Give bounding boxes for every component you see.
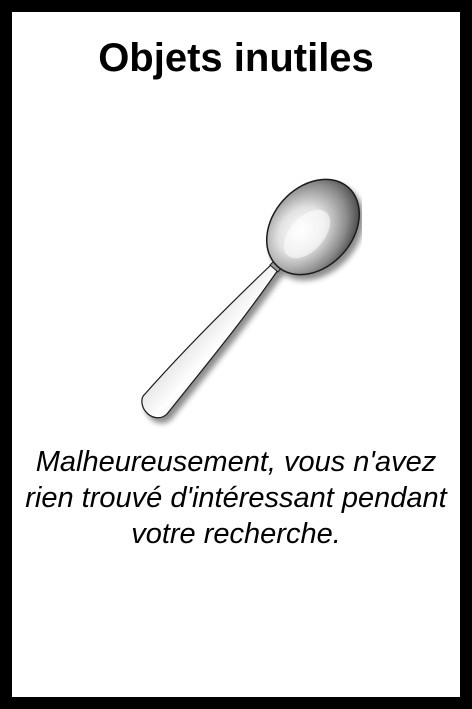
game-card: Objets inutiles Malheureusement, vous n'… [0,0,472,709]
spoon-shape [141,178,361,419]
card-face: Objets inutiles Malheureusement, vous n'… [12,12,460,697]
card-description: Malheureusement, vous n'avez rien trouvé… [25,446,447,550]
card-title: Objets inutiles [98,36,374,80]
spoon-icon [141,178,361,419]
